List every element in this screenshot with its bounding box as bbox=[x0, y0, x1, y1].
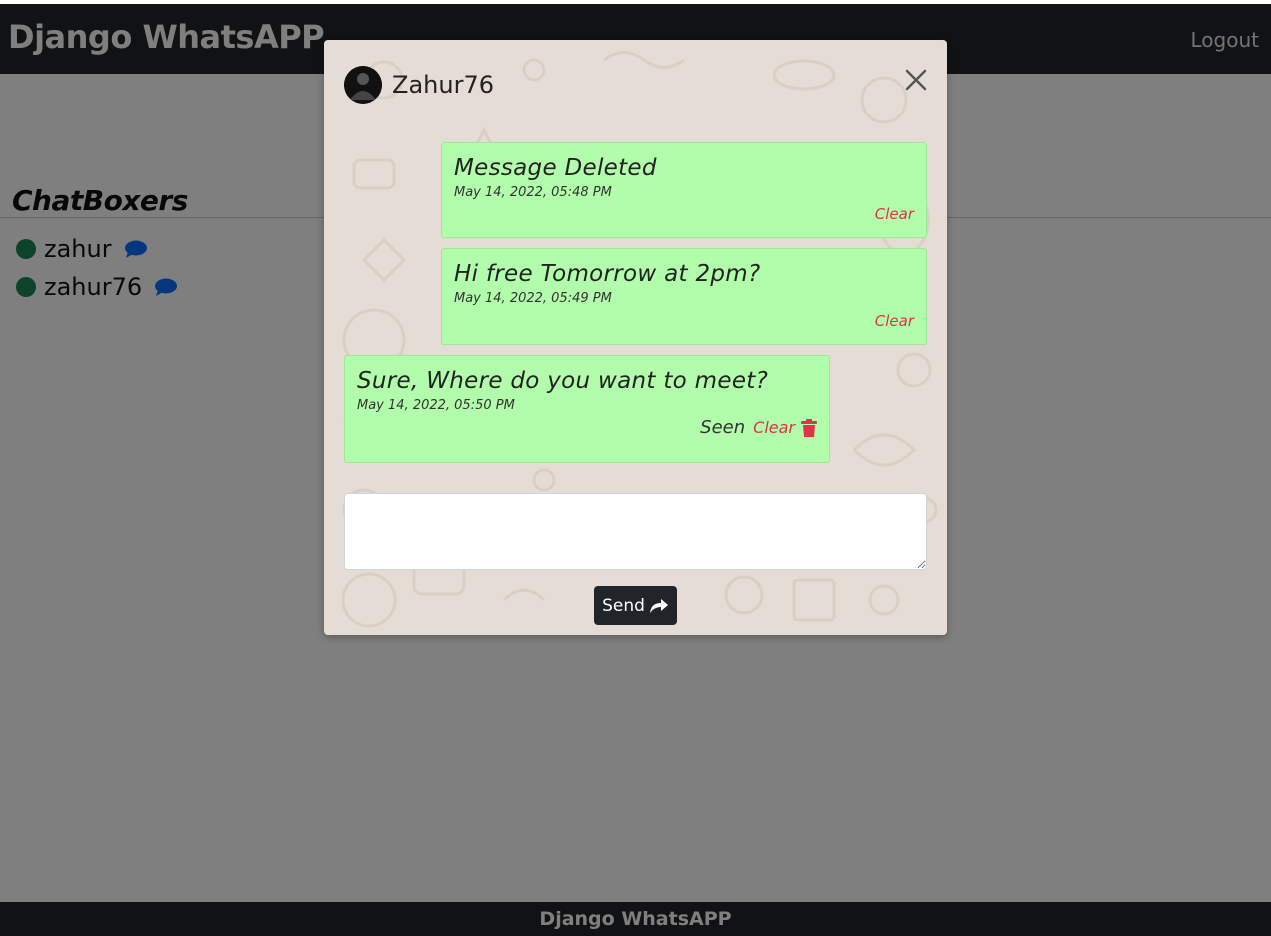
chat-modal: Zahur76 Message Deleted May 14, 2022, 05… bbox=[324, 40, 947, 635]
avatar bbox=[344, 66, 382, 104]
message-input[interactable] bbox=[344, 493, 927, 570]
message-timestamp: May 14, 2022, 05:48 PM bbox=[454, 185, 612, 200]
message-timestamp: May 14, 2022, 05:49 PM bbox=[454, 291, 612, 306]
send-label: Send bbox=[602, 595, 645, 616]
message-text: Message Deleted bbox=[454, 155, 657, 181]
message-text: Hi free Tomorrow at 2pm? bbox=[454, 261, 761, 287]
modal-header: Zahur76 bbox=[344, 66, 494, 104]
close-icon[interactable] bbox=[904, 68, 928, 92]
message-timestamp: May 14, 2022, 05:50 PM bbox=[357, 398, 515, 413]
modal-contact-name: Zahur76 bbox=[392, 71, 494, 99]
clear-button[interactable]: Clear bbox=[753, 418, 795, 437]
message-bubble: Message Deleted May 14, 2022, 05:48 PM C… bbox=[441, 142, 927, 238]
message-actions: Seen Clear bbox=[700, 417, 817, 438]
message-text: Sure, Where do you want to meet? bbox=[357, 368, 769, 394]
message-bubble: Sure, Where do you want to meet? May 14,… bbox=[344, 355, 830, 463]
share-arrow-icon bbox=[649, 598, 668, 613]
avatar-figure-icon bbox=[344, 66, 382, 104]
seen-status: Seen bbox=[700, 417, 746, 438]
clear-button[interactable]: Clear bbox=[875, 205, 914, 223]
message-bubble: Hi free Tomorrow at 2pm? May 14, 2022, 0… bbox=[441, 248, 927, 345]
clear-button[interactable]: Clear bbox=[875, 312, 914, 330]
send-button[interactable]: Send bbox=[594, 586, 677, 625]
trash-icon[interactable] bbox=[801, 418, 817, 437]
